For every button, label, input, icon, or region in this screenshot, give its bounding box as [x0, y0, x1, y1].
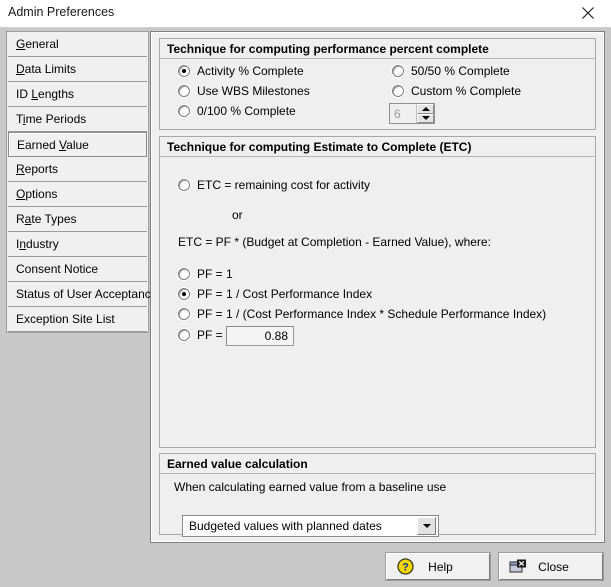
radio-indicator	[178, 329, 190, 341]
etc-technique-group: Technique for computing Estimate to Comp…	[159, 136, 596, 448]
radio-indicator	[178, 65, 190, 77]
earned-value-calculation-group: Earned value calculation When calculatin…	[159, 453, 596, 537]
evc-description: When calculating earned value from a bas…	[174, 480, 447, 494]
sidebar-item-label: Time Periods	[16, 112, 87, 126]
triangle-down-glyph	[422, 524, 431, 528]
radio-etc-remaining-cost[interactable]: ETC = remaining cost for activity	[178, 179, 370, 191]
sidebar-item-reports[interactable]: Reports	[8, 157, 147, 182]
dropdown-selected-value: Budgeted values with planned dates	[189, 519, 382, 533]
technique-group-title: Technique for computing performance perc…	[160, 39, 595, 59]
radio-pf-1-over-cpi[interactable]: PF = 1 / Cost Performance Index	[178, 288, 372, 300]
sidebar-item-label: General	[16, 37, 59, 51]
sidebar-item-label: Reports	[16, 162, 59, 176]
pf-value-text: 0.88	[264, 329, 288, 343]
sidebar-item-exception-site-list[interactable]: Exception Site List	[8, 307, 147, 332]
spinner-down-button[interactable]	[417, 113, 434, 123]
radio-indicator	[178, 268, 190, 280]
radio-indicator	[392, 65, 404, 77]
sidebar-item-label: Rate Types	[16, 212, 77, 226]
evc-group-body: When calculating earned value from a bas…	[160, 475, 595, 537]
sidebar-item-label: ID Lengths	[16, 87, 75, 101]
triangle-down-icon	[421, 116, 430, 121]
spinner-buttons	[416, 104, 434, 123]
window-title: Admin Preferences	[8, 5, 115, 19]
baseline-calculation-dropdown[interactable]: Budgeted values with planned dates	[182, 515, 439, 537]
close-window-icon	[505, 559, 531, 575]
radio-pf-1[interactable]: PF = 1	[178, 268, 233, 280]
etc-or-text: or	[232, 208, 243, 222]
sidebar-item-consent-notice[interactable]: Consent Notice	[8, 257, 147, 282]
evc-group-title: Earned value calculation	[160, 454, 595, 474]
sidebar-item-data-limits[interactable]: Data Limits	[8, 57, 147, 82]
help-button[interactable]: ? Help	[386, 553, 490, 580]
help-button-label: Help	[428, 559, 453, 574]
close-button-label: Close	[538, 559, 569, 574]
spinner-value: 6	[394, 106, 401, 121]
radio-indicator	[178, 85, 190, 97]
radio-pf-custom-value[interactable]: PF =	[178, 329, 223, 341]
window-close-button[interactable]	[565, 0, 611, 26]
triangle-up-icon	[421, 106, 430, 111]
question-mark-icon: ?	[392, 558, 418, 575]
technique-group-body: Activity % Complete Use WBS Milestones 0…	[160, 60, 595, 129]
preferences-content-panel: Technique for computing performance perc…	[150, 31, 605, 543]
sidebar-item-id-lengths[interactable]: ID Lengths	[8, 82, 147, 107]
radio-indicator	[178, 288, 190, 300]
radio-indicator	[178, 179, 190, 191]
sidebar-item-options[interactable]: Options	[8, 182, 147, 207]
sidebar-item-status-of-user-acceptance[interactable]: Status of User Acceptance	[8, 282, 157, 307]
close-button[interactable]: Close	[499, 553, 603, 580]
sidebar-item-label: Options	[16, 187, 58, 201]
sidebar-item-label: Exception Site List	[16, 312, 115, 326]
sidebar-item-earned-value[interactable]: Earned Value	[8, 132, 147, 157]
spinner-up-button[interactable]	[417, 104, 434, 114]
sidebar-item-industry[interactable]: Industry	[8, 232, 147, 257]
radio-custom-percent-complete[interactable]: Custom % Complete	[392, 85, 521, 97]
custom-percent-spinner[interactable]: 6	[389, 103, 435, 124]
etc-group-body: ETC = remaining cost for activity or ETC…	[160, 158, 595, 447]
etc-group-title: Technique for computing Estimate to Comp…	[160, 137, 595, 157]
sidebar-item-label: Consent Notice	[16, 262, 99, 276]
technique-percent-complete-group: Technique for computing performance perc…	[159, 38, 596, 130]
radio-50-50-percent-complete[interactable]: 50/50 % Complete	[392, 65, 510, 77]
chevron-down-icon[interactable]	[417, 517, 436, 535]
sidebar-item-general[interactable]: General	[8, 32, 147, 57]
svg-text:?: ?	[402, 562, 409, 574]
close-x-icon	[581, 6, 595, 20]
sidebar: General Data Limits ID Lengths Time Periods…	[6, 31, 157, 333]
sidebar-item-label: Industry	[16, 237, 59, 251]
radio-indicator	[178, 308, 190, 320]
sidebar-item-rate-types[interactable]: Rate Types	[8, 207, 147, 232]
radio-pf-1-over-cpi-spi[interactable]: PF = 1 / (Cost Performance Index * Sched…	[178, 308, 546, 320]
sidebar-item-label: Data Limits	[16, 62, 77, 76]
etc-formula-text: ETC = PF * (Budget at Completion - Earne…	[178, 235, 491, 249]
sidebar-item-label: Earned Value	[17, 137, 89, 152]
sidebar-item-time-periods[interactable]: Time Periods	[8, 107, 147, 132]
title-bar: Admin Preferences	[0, 0, 611, 28]
radio-indicator	[178, 105, 190, 117]
radio-0-100-percent-complete[interactable]: 0/100 % Complete	[178, 105, 296, 117]
sidebar-item-label: Status of User Acceptance	[16, 287, 158, 301]
radio-indicator	[392, 85, 404, 97]
radio-activity-percent-complete[interactable]: Activity % Complete	[178, 65, 304, 77]
radio-use-wbs-milestones[interactable]: Use WBS Milestones	[178, 85, 310, 97]
pf-value-input[interactable]: 0.88	[226, 326, 294, 346]
